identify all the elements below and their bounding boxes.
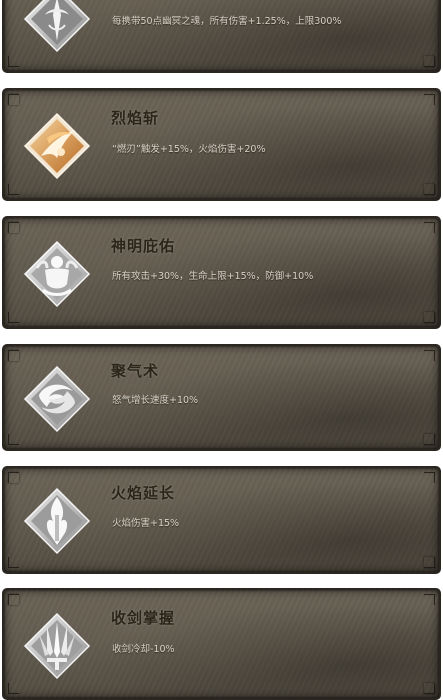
ghost-sword-icon (23, 0, 91, 53)
skill-desc: “燃刃”触发+15%，火焰伤害+20% (112, 144, 266, 155)
skill-title: 神明庇佑 (111, 237, 176, 255)
flame-sword-icon (23, 487, 91, 555)
skill-desc: 收剑冷却-10% (112, 644, 175, 655)
skill-desc: 怒气增长速度+10% (112, 395, 199, 406)
skill-card-2[interactable]: 烈焰斩 “燃刃”触发+15%，火焰伤害+20% (2, 88, 441, 201)
skill-card-1[interactable]: 每携带50点幽冥之魂，所有伤害+1.25%，上限300% (2, 0, 441, 73)
skill-desc: 所有攻击+30%，生命上限+15%，防御+10% (112, 271, 314, 282)
skill-card-3[interactable]: 神明庇佑 所有攻击+30%，生命上限+15%，防御+10% (2, 216, 441, 329)
multi-sword-icon (23, 612, 91, 680)
skill-title: 火焰延长 (111, 484, 176, 502)
skill-title: 烈焰斩 (111, 109, 160, 127)
skill-title: 聚气术 (111, 362, 160, 380)
skill-desc: 火焰伤害+15% (112, 518, 180, 529)
flame-blade-icon (23, 112, 91, 180)
skill-card-5[interactable]: 火焰延长 火焰伤害+15% (2, 466, 441, 574)
skill-card-6[interactable]: 收剑掌握 收剑冷却-10% (2, 588, 441, 700)
skill-desc: 每携带50点幽冥之魂，所有伤害+1.25%，上限300% (112, 16, 342, 27)
skill-title: 收剑掌握 (111, 609, 176, 627)
skill-card-4[interactable]: 聚气术 怒气增长速度+10% (2, 344, 441, 451)
meditating-figure-icon (23, 240, 91, 308)
swirl-icon (23, 365, 91, 433)
